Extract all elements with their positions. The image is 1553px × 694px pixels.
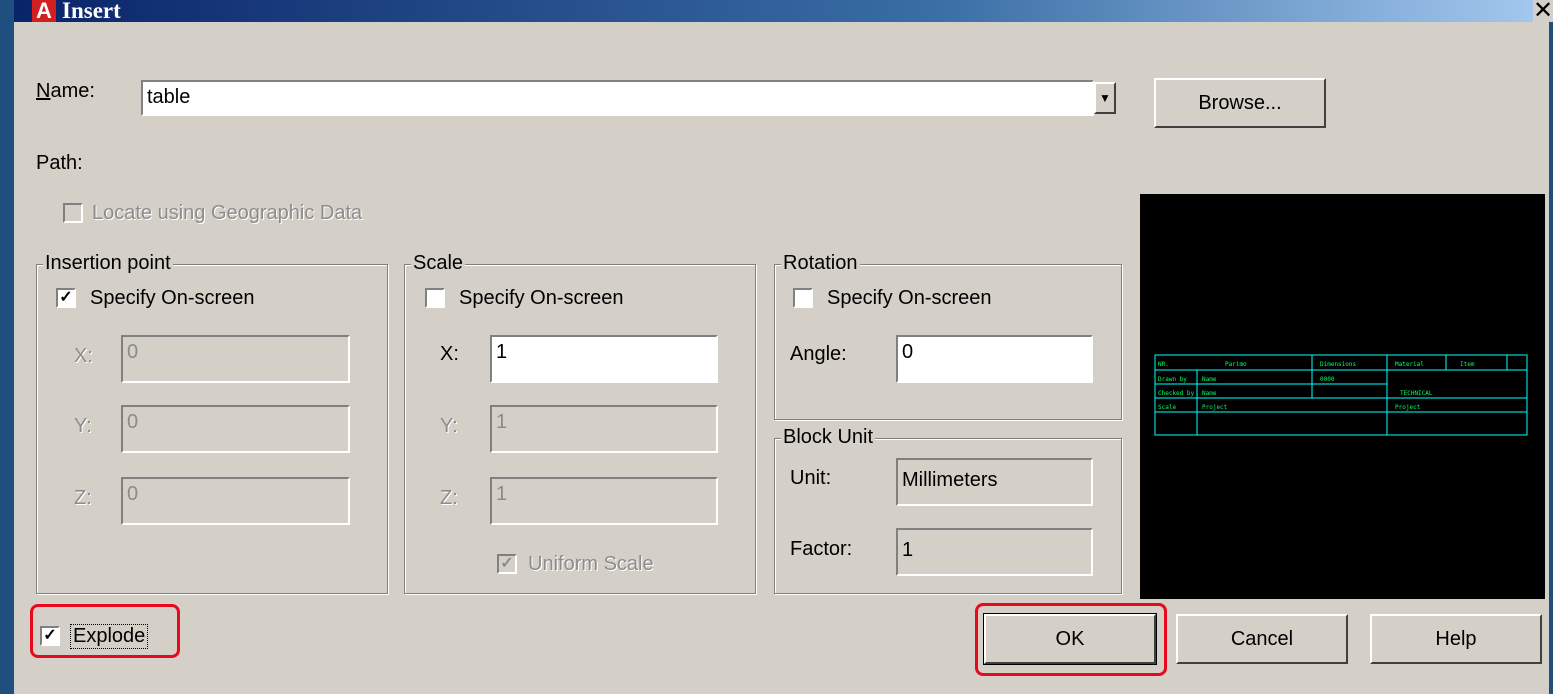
explode-highlight xyxy=(30,604,180,658)
uniform-scale-checkbox[interactable]: ✓ xyxy=(497,554,517,574)
chevron-down-icon: ▼ xyxy=(1099,91,1111,105)
title-block-drawing: NR. Parimo Dimensions Material Item Draw… xyxy=(1154,354,1528,436)
insertion-z-label: Z: xyxy=(74,487,92,509)
scale-y-label: Y: xyxy=(440,415,458,437)
svg-text:Project: Project xyxy=(1202,404,1228,411)
path-label: Path: xyxy=(36,152,83,174)
scale-x-input[interactable]: 1 xyxy=(490,335,718,383)
insertion-specify-checkbox[interactable]: ✓ xyxy=(56,288,76,308)
unit-label: Unit: xyxy=(790,467,832,489)
svg-text:Drawn by: Drawn by xyxy=(1158,376,1187,383)
svg-text:Parimo: Parimo xyxy=(1225,361,1247,368)
insertion-y-input[interactable]: 0 xyxy=(121,405,350,453)
name-combobox[interactable]: table xyxy=(141,80,1094,116)
scale-specify-checkbox[interactable] xyxy=(425,288,445,308)
svg-text:Item: Item xyxy=(1460,361,1475,368)
insertion-y-label: Y: xyxy=(74,415,92,437)
rotation-specify-label: Specify On-screen xyxy=(827,287,992,309)
scale-title: Scale xyxy=(411,252,466,275)
scale-x-label: X: xyxy=(440,343,459,365)
angle-input[interactable]: 0 xyxy=(896,335,1093,383)
svg-text:Name: Name xyxy=(1202,376,1217,383)
name-label: Name: xyxy=(36,80,95,102)
insertion-z-input[interactable]: 0 xyxy=(121,477,350,525)
name-dropdown-button[interactable]: ▼ xyxy=(1094,82,1116,114)
geo-label: Locate using Geographic Data xyxy=(92,202,363,224)
title-bar: A Insert ✕ xyxy=(14,0,1553,23)
svg-text:Material: Material xyxy=(1395,361,1424,368)
scale-specify-label: Specify On-screen xyxy=(459,287,624,309)
svg-text:Project: Project xyxy=(1395,404,1421,411)
cancel-button[interactable]: Cancel xyxy=(1176,614,1348,664)
block-unit-title: Block Unit xyxy=(781,426,876,449)
insertion-specify-label: Specify On-screen xyxy=(90,287,255,309)
insertion-x-label: X: xyxy=(74,345,93,367)
unit-value: Millimeters xyxy=(896,458,1093,506)
window-frame-left xyxy=(0,0,14,694)
scale-z-input[interactable]: 1 xyxy=(490,477,718,525)
svg-text:TECHNICAL: TECHNICAL xyxy=(1400,390,1433,397)
scale-y-input[interactable]: 1 xyxy=(490,405,718,453)
svg-text:Dimensions: Dimensions xyxy=(1320,361,1357,368)
geo-checkbox[interactable] xyxy=(63,203,83,223)
svg-text:NR.: NR. xyxy=(1158,361,1169,368)
window-frame-right xyxy=(1549,0,1553,694)
autocad-logo-icon: A xyxy=(32,0,56,22)
svg-text:Scale: Scale xyxy=(1158,404,1176,411)
svg-text:Checked by: Checked by xyxy=(1158,390,1195,397)
factor-value: 1 xyxy=(896,528,1093,576)
help-button[interactable]: Help xyxy=(1370,614,1542,664)
rotation-title: Rotation xyxy=(781,252,860,275)
svg-text:0000: 0000 xyxy=(1320,376,1335,383)
browse-button[interactable]: Browse... xyxy=(1154,78,1326,128)
insertion-x-input[interactable]: 0 xyxy=(121,335,350,383)
insertion-point-title: Insertion point xyxy=(43,252,173,275)
svg-text:Name: Name xyxy=(1202,390,1217,397)
close-button[interactable]: ✕ xyxy=(1533,0,1553,23)
factor-label: Factor: xyxy=(790,538,853,560)
rotation-specify-checkbox[interactable] xyxy=(793,288,813,308)
block-preview: NR. Parimo Dimensions Material Item Draw… xyxy=(1140,194,1545,599)
window-title: Insert xyxy=(62,0,121,23)
uniform-scale-label: Uniform Scale xyxy=(528,553,654,575)
ok-highlight xyxy=(975,603,1167,676)
scale-z-label: Z: xyxy=(440,487,458,509)
angle-label: Angle: xyxy=(790,343,847,365)
